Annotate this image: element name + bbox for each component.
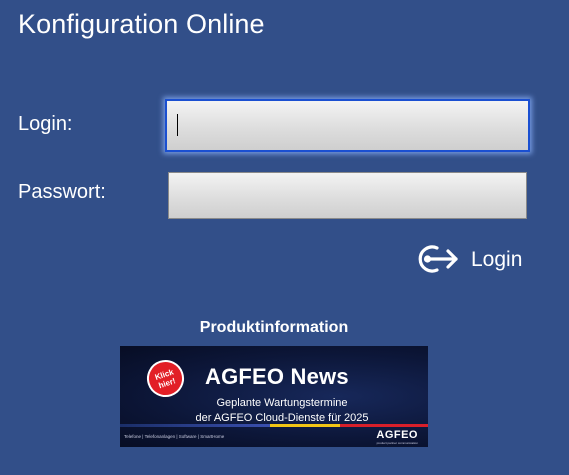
agfeo-news-banner[interactable]: Klick hier! AGFEO News Geplante Wartungs…: [120, 346, 428, 447]
password-input[interactable]: [168, 172, 527, 219]
text-cursor: [177, 114, 178, 136]
login-label: Login:: [18, 113, 73, 135]
login-button-label: Login: [471, 248, 523, 271]
banner-line-2: der AGFEO Cloud-Dienste für 2025: [195, 412, 369, 424]
banner-stripe-red: [340, 424, 428, 427]
banner-stripe-yellow: [270, 424, 340, 427]
banner-footer-text: Telefone | Telefonanlagen | Software | S…: [124, 434, 225, 439]
product-info-heading: Produktinformation: [199, 319, 349, 336]
klick-hier-badge[interactable]: Klick hier!: [142, 355, 189, 402]
banner-line-1: Geplante Wartungstermine: [216, 397, 348, 409]
agfeo-logo: AGFEO: [376, 429, 418, 441]
password-label: Passwort:: [18, 181, 106, 203]
page-title: Konfiguration Online: [18, 9, 265, 39]
agfeo-logo-subtitle: product partner communication: [376, 441, 418, 445]
banner-stripe-blue: [120, 424, 270, 427]
klick-hier-text: Klick hier!: [153, 366, 177, 390]
login-arrow-icon: [418, 245, 458, 273]
login-button[interactable]: Login: [414, 241, 522, 277]
login-input[interactable]: [165, 99, 530, 152]
banner-title: AGFEO News: [205, 364, 349, 389]
